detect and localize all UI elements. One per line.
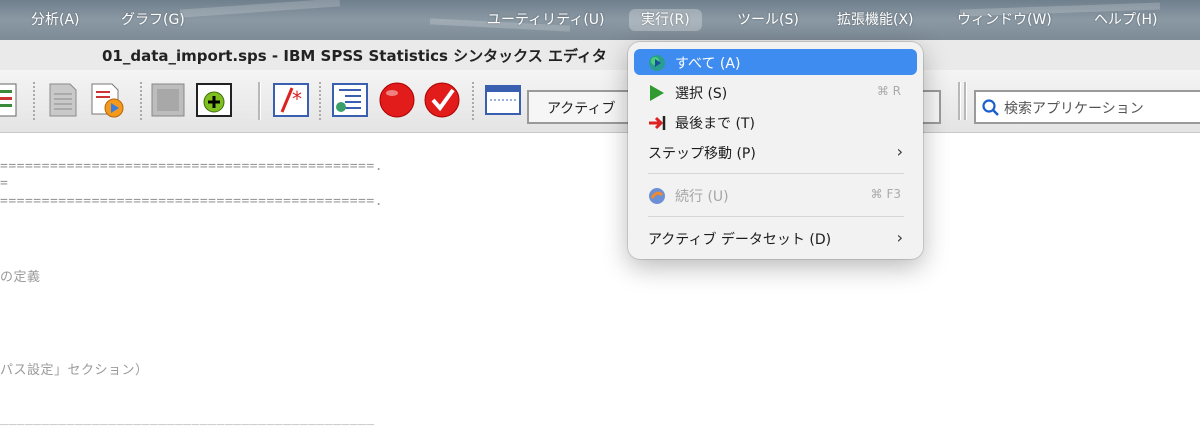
menu-divider — [648, 216, 904, 217]
svg-text:*: * — [292, 87, 302, 111]
run-to-end-icon — [649, 116, 666, 130]
menu-window[interactable]: ウィンドウ(W) — [950, 9, 1059, 31]
run-all-icon — [649, 55, 665, 71]
run-selection-shortcut: ⌘ R — [876, 84, 901, 98]
menu-run[interactable]: 実行(R) — [629, 9, 702, 31]
chevron-right-icon: › — [896, 142, 903, 161]
search-icon — [982, 99, 999, 116]
run-all-label: すべて (A) — [675, 56, 741, 72]
run-to-end-item[interactable]: 最後まで (T) — [634, 109, 917, 135]
comment-icon[interactable]: * — [272, 80, 310, 120]
toolbar-separator — [33, 82, 35, 120]
syntax-editor[interactable]: ========================================… — [0, 133, 1200, 426]
menubar: 分析(A) グラフ(G) ユーティリティ(U) 実行(R) ツール(S) 拡張機… — [0, 0, 1200, 40]
toolbar-separator — [472, 82, 474, 120]
toolbar: * アクティブ 検索アプリケーション — [0, 70, 1200, 133]
editor-line: ________________________________________… — [0, 411, 375, 426]
check-icon[interactable] — [423, 80, 461, 120]
search-field[interactable]: 検索アプリケーション — [974, 90, 1200, 124]
active-dataset-item[interactable]: アクティブ データセット (D) › — [634, 225, 917, 251]
editor-line: パス設定」セクション） — [0, 363, 149, 378]
toolbar-separator — [258, 82, 261, 120]
editor-line: ========================================… — [0, 159, 384, 174]
editor-line: の定義 — [0, 270, 41, 285]
menu-divider — [648, 173, 904, 174]
continue-icon — [649, 188, 665, 204]
toolbar-separator — [140, 82, 142, 120]
play-icon — [650, 85, 664, 101]
menu-help[interactable]: ヘルプ(H) — [1087, 9, 1164, 31]
run-menu-dropdown: すべて (A) 選択 (S) ⌘ R 最後まで (T) ステップ移動 (P) ›… — [628, 42, 923, 259]
editor-line: = — [0, 176, 9, 191]
run-all-item[interactable]: すべて (A) — [634, 49, 917, 75]
wallpaper-streak — [179, 0, 341, 18]
active-dataset-menu-label: アクティブ データセット (D) — [648, 232, 832, 248]
step-through-item[interactable]: ステップ移動 (P) › — [634, 139, 917, 165]
toolbar-separator — [958, 82, 961, 120]
add-box-icon[interactable] — [195, 80, 233, 120]
window-titlebar: 01_data_import.sps - IBM SPSS Statistics… — [0, 40, 1200, 70]
run-to-end-label: 最後まで (T) — [675, 116, 755, 132]
menu-analyze[interactable]: 分析(A) — [24, 9, 87, 31]
stop-icon[interactable] — [378, 80, 416, 120]
active-dataset-label: アクティブ — [547, 101, 616, 117]
menu-graphs[interactable]: グラフ(G) — [114, 9, 192, 31]
menu-extensions[interactable]: 拡張機能(X) — [830, 9, 921, 31]
continue-shortcut: ⌘ F3 — [870, 187, 901, 201]
continue-label: 続行 (U) — [675, 189, 729, 205]
window-icon[interactable] — [484, 80, 522, 120]
toolbar-separator — [964, 82, 967, 120]
step-through-label: ステップ移動 (P) — [648, 146, 756, 162]
run-document-icon[interactable] — [88, 80, 126, 120]
chevron-right-icon: › — [896, 228, 903, 247]
editor-line: ========================================… — [0, 194, 384, 209]
menu-utilities[interactable]: ユーティリティ(U) — [480, 9, 612, 31]
document-icon[interactable] — [0, 80, 24, 120]
menu-tools[interactable]: ツール(S) — [730, 9, 806, 31]
run-selection-label: 選択 (S) — [675, 86, 728, 102]
syntax-list-icon[interactable] — [331, 80, 369, 120]
page-icon[interactable] — [44, 80, 82, 120]
run-selection-item[interactable]: 選択 (S) ⌘ R — [634, 79, 917, 105]
continue-item: 続行 (U) ⌘ F3 — [634, 182, 917, 208]
search-placeholder: 検索アプリケーション — [1004, 101, 1144, 117]
gray-box-icon[interactable] — [150, 80, 188, 120]
toolbar-separator — [319, 82, 321, 120]
window-title: 01_data_import.sps - IBM SPSS Statistics… — [102, 47, 607, 65]
